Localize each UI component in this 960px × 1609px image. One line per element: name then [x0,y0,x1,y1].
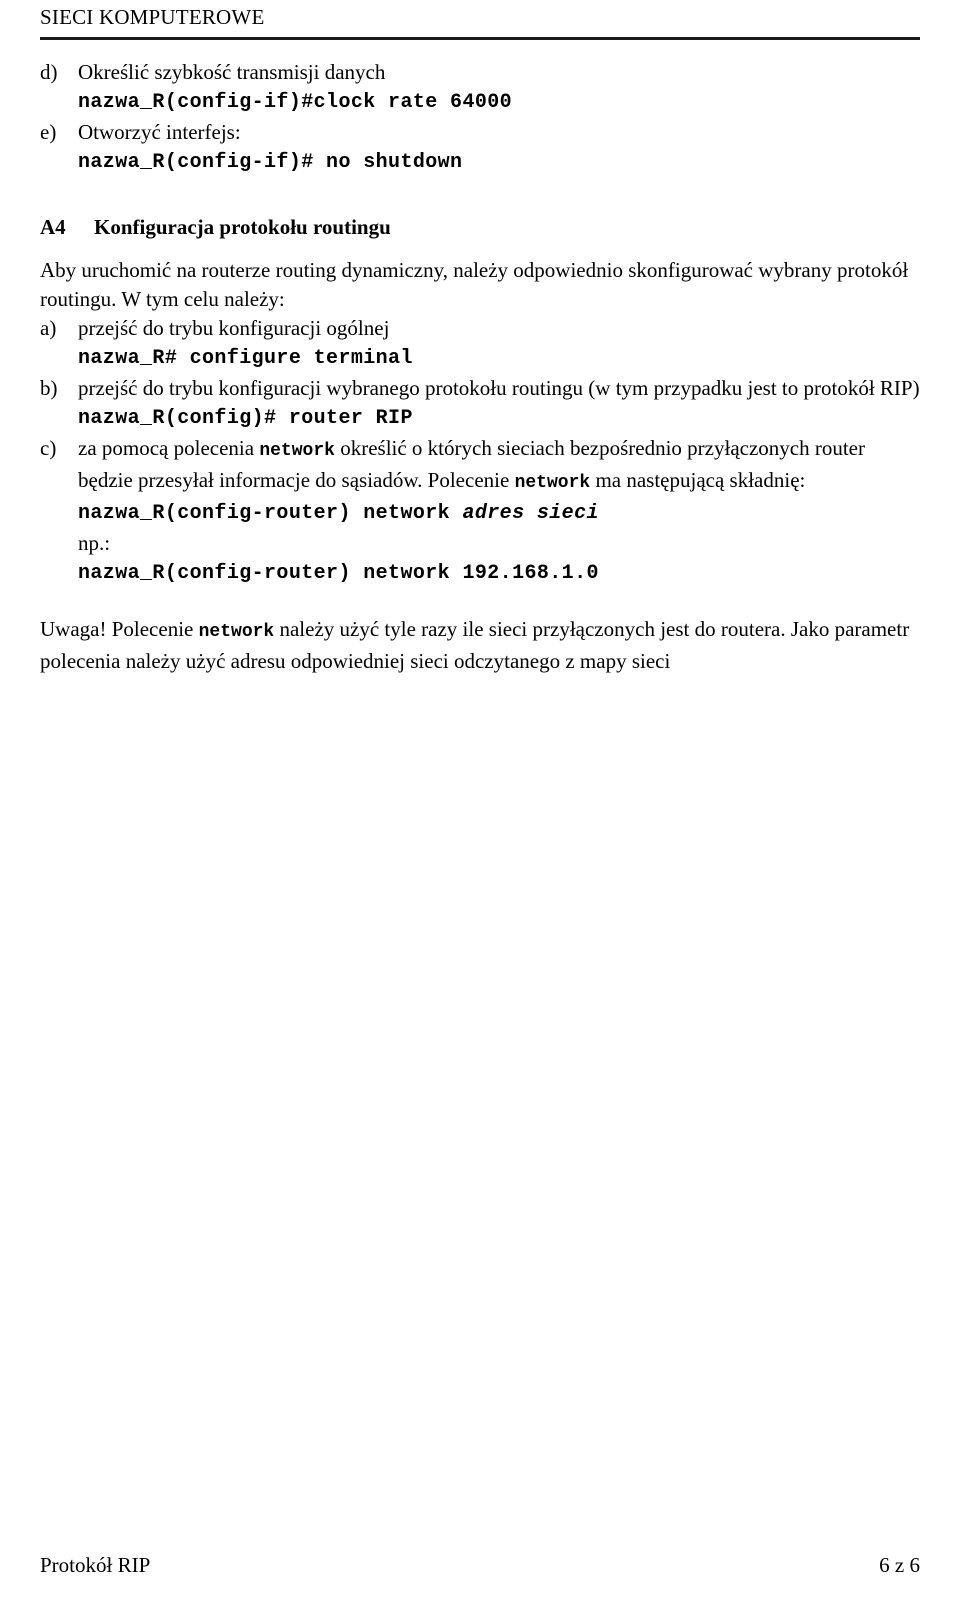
section-number: A4 [40,215,66,239]
command-syntax-prefix: nazwa_R(config-router) network [78,502,463,525]
command-syntax-line: nazwa_R(config-router) network adres sie… [78,498,920,529]
document-body: d) Określić szybkość transmisji danych n… [40,58,920,676]
section-title: Konfiguracja protokołu routingu [94,215,391,239]
note-text-segment: Uwaga! Polecenie [40,617,199,641]
list-item: b) przejść do trybu konfiguracji wybrane… [40,374,920,403]
header-title: SIECI KOMPUTEROWE [40,5,265,29]
command-line: nazwa_R(config)# router RIP [78,407,413,430]
list-item-text: przejść do trybu konfiguracji wybranego … [78,376,920,400]
example-command-line: nazwa_R(config-router) network 192.168.1… [78,562,599,585]
section-intro-paragraph: Aby uruchomić na routerze routing dynami… [40,258,909,311]
command-line: nazwa_R(config-if)# no shutdown [78,151,463,174]
list-item-text: Otworzyć interfejs: [78,120,241,144]
header-divider [40,37,920,40]
list-item-text-segment: ma następującą składnię: [590,468,806,492]
command-syntax-parameter: adres sieci [462,502,599,525]
list-marker: a) [40,316,57,340]
inline-code-network: network [514,473,591,493]
footer-page-number: 6 z 6 [879,1553,920,1577]
list-item-text: za pomocą polecenia network określić o k… [78,434,920,498]
list-marker: d) [40,60,58,84]
note-paragraph: Uwaga! Polecenie network należy użyć tyl… [40,615,920,676]
list-item: d) Określić szybkość transmisji danych [40,58,920,87]
inline-code-network: network [198,622,275,642]
list-item-text: Określić szybkość transmisji danych [78,60,386,84]
list-item-text: przejść do trybu konfiguracji ogólnej [78,316,390,340]
inline-code-network: network [259,441,335,461]
list-marker: b) [40,376,58,400]
list-item-text-segment: za pomocą polecenia [78,436,260,460]
section-heading: A4 Konfiguracja protokołu routingu [40,212,920,242]
running-header: SIECI KOMPUTEROWE [40,5,920,29]
example-label: np.: [78,531,111,555]
footer-left-text: Protokół RIP [40,1553,151,1577]
list-item: c) za pomocą polecenia network określić … [40,434,920,498]
list-item: a) przejść do trybu konfiguracji ogólnej [40,314,920,343]
command-line: nazwa_R(config-if)#clock rate 64000 [78,91,513,114]
document-page: SIECI KOMPUTEROWE d) Określić szybkość t… [0,0,960,1609]
list-marker: e) [40,120,57,144]
page-footer: Protokół RIP 6 z 6 [40,1551,920,1579]
list-marker: c) [40,436,57,460]
command-line: nazwa_R# configure terminal [78,347,413,370]
list-item: e) Otworzyć interfejs: [40,118,920,147]
